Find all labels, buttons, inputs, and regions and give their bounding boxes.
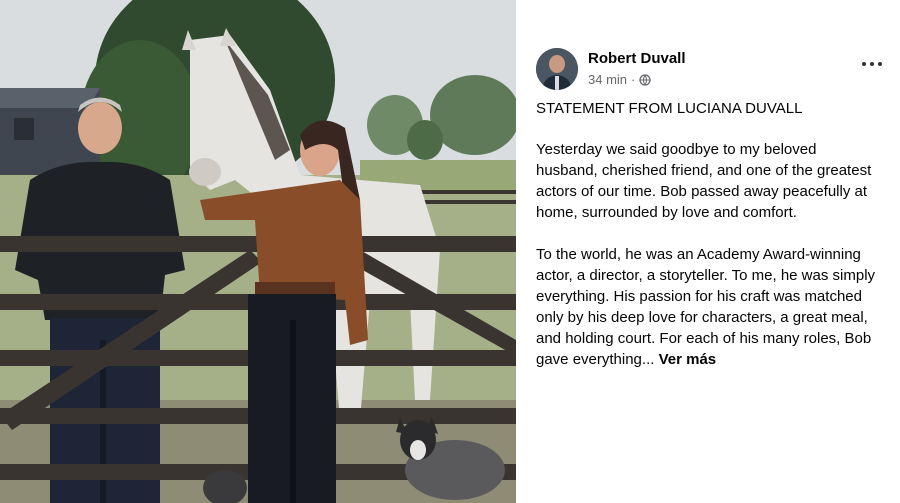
- post-panel: Robert Duvall 34 min · STATEMENT FROM LU…: [516, 0, 900, 503]
- post-timestamp[interactable]: 34 min: [588, 72, 627, 87]
- avatar[interactable]: [536, 48, 578, 90]
- globe-icon[interactable]: [639, 73, 652, 86]
- post-meta: 34 min ·: [588, 72, 652, 87]
- post-paragraph-1: Yesterday we said goodbye to my beloved …: [536, 141, 872, 221]
- post-header: Robert Duvall 34 min ·: [536, 48, 886, 92]
- post-photo[interactable]: [0, 0, 516, 503]
- statement-heading: STATEMENT FROM LUCIANA DUVALL: [536, 100, 803, 117]
- author-name[interactable]: Robert Duvall: [588, 50, 686, 67]
- see-more-link[interactable]: Ver más: [659, 351, 717, 368]
- post-paragraph-2-text: To the world, he was an Academy Award-wi…: [536, 246, 876, 368]
- separator-dot: ·: [631, 72, 636, 87]
- post-text: STATEMENT FROM LUCIANA DUVALL Yesterday …: [536, 98, 881, 391]
- more-options-icon[interactable]: [858, 54, 886, 74]
- post-paragraph-2: To the world, he was an Academy Award-wi…: [536, 244, 881, 370]
